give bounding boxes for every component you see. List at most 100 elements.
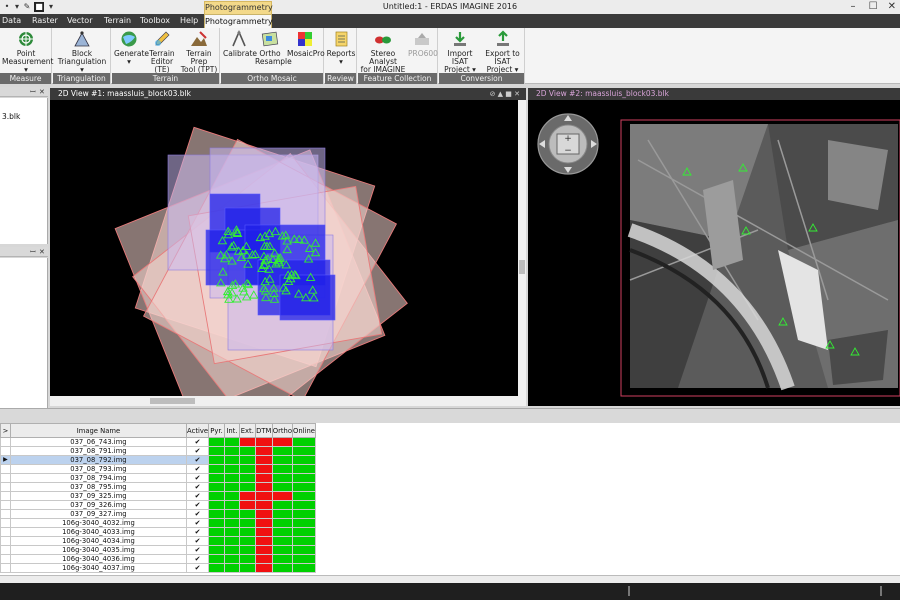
row-selector[interactable] bbox=[0, 554, 11, 564]
reports-button[interactable]: Reports ▾ bbox=[326, 30, 356, 72]
image-name-cell[interactable]: 106g-3040_4036.img bbox=[9, 554, 188, 564]
int-status-cell[interactable] bbox=[223, 446, 240, 456]
active-checkmark[interactable]: ✔ bbox=[186, 482, 210, 492]
online-status-cell[interactable] bbox=[292, 527, 316, 537]
tab-data[interactable]: Data bbox=[2, 14, 21, 28]
calibrate-button[interactable]: Calibrate bbox=[223, 30, 257, 72]
ortho-status-cell[interactable] bbox=[271, 455, 294, 465]
online-status-cell[interactable] bbox=[292, 491, 316, 501]
pyr-status-cell[interactable] bbox=[208, 563, 225, 573]
tab-terrain[interactable]: Terrain bbox=[104, 14, 131, 28]
online-status-cell[interactable] bbox=[292, 464, 316, 474]
pyr-status-cell[interactable] bbox=[208, 437, 225, 447]
table-row[interactable]: 037_09_327.img ✔ bbox=[0, 509, 316, 519]
online-status-cell[interactable] bbox=[292, 545, 316, 555]
ortho-status-cell[interactable] bbox=[271, 545, 294, 555]
close-icon[interactable]: ✕ bbox=[39, 247, 45, 257]
dtm-status-cell[interactable] bbox=[254, 509, 273, 519]
dtm-status-cell[interactable] bbox=[254, 491, 273, 501]
ortho-resample-button[interactable]: Ortho Resample bbox=[255, 30, 292, 72]
int-status-cell[interactable] bbox=[223, 518, 240, 528]
image-name-cell[interactable]: 037_09_327.img bbox=[9, 509, 188, 519]
row-selector[interactable] bbox=[0, 464, 11, 474]
dtm-status-cell[interactable] bbox=[254, 545, 273, 555]
image-name-cell[interactable]: 037_08_792.img bbox=[9, 455, 188, 465]
ortho-status-cell[interactable] bbox=[271, 491, 294, 501]
image-name-cell[interactable]: 037_09_326.img bbox=[9, 500, 188, 510]
col-int[interactable]: Int. bbox=[223, 423, 240, 438]
int-status-cell[interactable] bbox=[223, 473, 240, 483]
table-row[interactable]: 106g-3040_4033.img ✔ bbox=[0, 527, 316, 537]
active-checkmark[interactable]: ✔ bbox=[186, 536, 210, 546]
generate-button[interactable]: Generate ▾ bbox=[114, 30, 149, 72]
ext-status-cell[interactable] bbox=[238, 491, 256, 501]
minimize-icon[interactable]: – bbox=[850, 1, 855, 12]
col-online[interactable]: Online bbox=[292, 423, 316, 438]
close-icon[interactable]: ✕ bbox=[39, 87, 45, 97]
dtm-status-cell[interactable] bbox=[254, 482, 273, 492]
terrain-editor-button[interactable]: Terrain Editor (TE) bbox=[146, 30, 178, 74]
table-row[interactable]: 037_08_791.img ✔ bbox=[0, 446, 316, 456]
table-row[interactable]: 037_08_793.img ✔ bbox=[0, 464, 316, 474]
pyr-status-cell[interactable] bbox=[208, 554, 225, 564]
image-name-cell[interactable]: 037_06_743.img bbox=[9, 437, 188, 447]
ext-status-cell[interactable] bbox=[238, 446, 256, 456]
ext-status-cell[interactable] bbox=[238, 500, 256, 510]
row-selector[interactable] bbox=[0, 527, 11, 537]
row-selector-header[interactable]: > bbox=[0, 423, 11, 438]
online-status-cell[interactable] bbox=[292, 554, 316, 564]
table-row[interactable]: 037_08_794.img ✔ bbox=[0, 473, 316, 483]
ext-status-cell[interactable] bbox=[238, 482, 256, 492]
ortho-status-cell[interactable] bbox=[271, 437, 294, 447]
row-selector[interactable]: ▶ bbox=[0, 455, 11, 465]
online-status-cell[interactable] bbox=[292, 509, 316, 519]
image-name-cell[interactable]: 106g-3040_4032.img bbox=[9, 518, 188, 528]
ext-status-cell[interactable] bbox=[238, 473, 256, 483]
ortho-status-cell[interactable] bbox=[271, 527, 294, 537]
navigation-dial[interactable]: + − bbox=[537, 113, 599, 175]
ortho-status-cell[interactable] bbox=[271, 563, 294, 573]
tab-raster[interactable]: Raster bbox=[32, 14, 58, 28]
int-status-cell[interactable] bbox=[223, 491, 240, 501]
table-row[interactable]: 037_09_325.img ✔ bbox=[0, 491, 316, 501]
active-checkmark[interactable]: ✔ bbox=[186, 527, 210, 537]
ortho-status-cell[interactable] bbox=[271, 500, 294, 510]
table-row[interactable]: 106g-3040_4037.img ✔ bbox=[0, 563, 316, 573]
image-name-cell[interactable]: 037_08_791.img bbox=[9, 446, 188, 456]
ext-status-cell[interactable] bbox=[238, 554, 256, 564]
import-isat-button[interactable]: Import ISAT Project ▾ bbox=[440, 30, 480, 74]
int-status-cell[interactable] bbox=[223, 536, 240, 546]
dtm-status-cell[interactable] bbox=[254, 518, 273, 528]
block-triangulation-button[interactable]: Block Triangulation ▾ bbox=[55, 30, 109, 74]
table-row[interactable]: 037_06_743.img ✔ bbox=[0, 437, 316, 447]
tab-help[interactable]: Help bbox=[180, 14, 198, 28]
pyr-status-cell[interactable] bbox=[208, 446, 225, 456]
ortho-status-cell[interactable] bbox=[271, 482, 294, 492]
ext-status-cell[interactable] bbox=[238, 437, 256, 447]
col-pyr[interactable]: Pyr. bbox=[208, 423, 225, 438]
tab-photogrammetry[interactable]: Photogrammetry bbox=[204, 14, 273, 28]
row-selector[interactable] bbox=[0, 563, 11, 573]
row-selector[interactable] bbox=[0, 446, 11, 456]
active-checkmark[interactable]: ✔ bbox=[186, 509, 210, 519]
dtm-status-cell[interactable] bbox=[254, 563, 273, 573]
ext-status-cell[interactable] bbox=[238, 518, 256, 528]
table-row[interactable]: 037_09_326.img ✔ bbox=[0, 500, 316, 510]
ortho-status-cell[interactable] bbox=[271, 536, 294, 546]
tab-vector[interactable]: Vector bbox=[67, 14, 93, 28]
col-image-name[interactable]: Image Name bbox=[9, 423, 188, 438]
pyr-status-cell[interactable] bbox=[208, 518, 225, 528]
pyr-status-cell[interactable] bbox=[208, 464, 225, 474]
col-ext[interactable]: Ext. bbox=[238, 423, 256, 438]
pyr-status-cell[interactable] bbox=[208, 527, 225, 537]
active-checkmark[interactable]: ✔ bbox=[186, 554, 210, 564]
dtm-status-cell[interactable] bbox=[254, 527, 273, 537]
int-status-cell[interactable] bbox=[223, 500, 240, 510]
active-checkmark[interactable]: ✔ bbox=[186, 500, 210, 510]
dtm-status-cell[interactable] bbox=[254, 437, 273, 447]
view1-vscroll-thumb[interactable] bbox=[519, 260, 525, 274]
image-name-cell[interactable]: 037_08_793.img bbox=[9, 464, 188, 474]
active-checkmark[interactable]: ✔ bbox=[186, 491, 210, 501]
ext-status-cell[interactable] bbox=[238, 509, 256, 519]
ext-status-cell[interactable] bbox=[238, 455, 256, 465]
